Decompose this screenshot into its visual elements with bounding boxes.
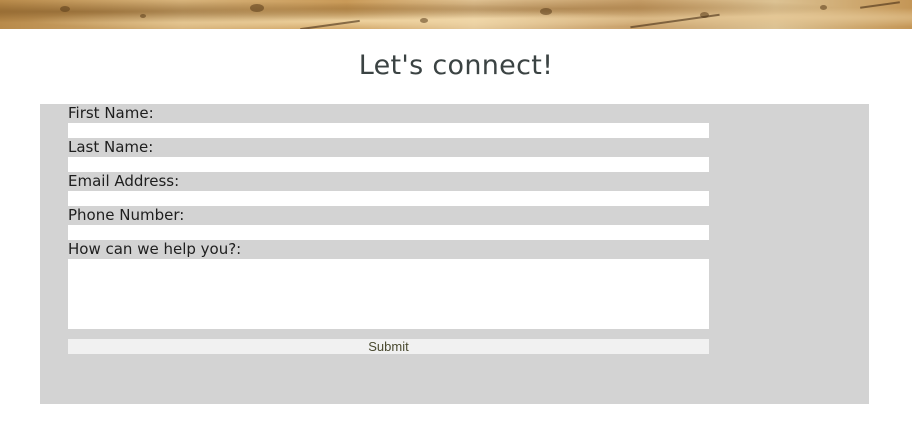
phone-field[interactable] — [68, 225, 709, 240]
last-name-field[interactable] — [68, 157, 709, 172]
message-label: How can we help you?: — [68, 240, 242, 258]
message-textarea[interactable] — [68, 259, 709, 329]
email-label: Email Address: — [68, 172, 180, 190]
contact-form: First Name: Last Name: Email Address: Ph… — [40, 104, 869, 404]
last-name-label: Last Name: — [68, 138, 154, 156]
first-name-field[interactable] — [68, 123, 709, 138]
page-title: Let's connect! — [358, 50, 554, 81]
email-field[interactable] — [68, 191, 709, 206]
hero-banner-image — [0, 0, 912, 29]
first-name-label: First Name: — [68, 104, 154, 122]
submit-button[interactable]: Submit — [68, 339, 709, 354]
phone-label: Phone Number: — [68, 206, 185, 224]
